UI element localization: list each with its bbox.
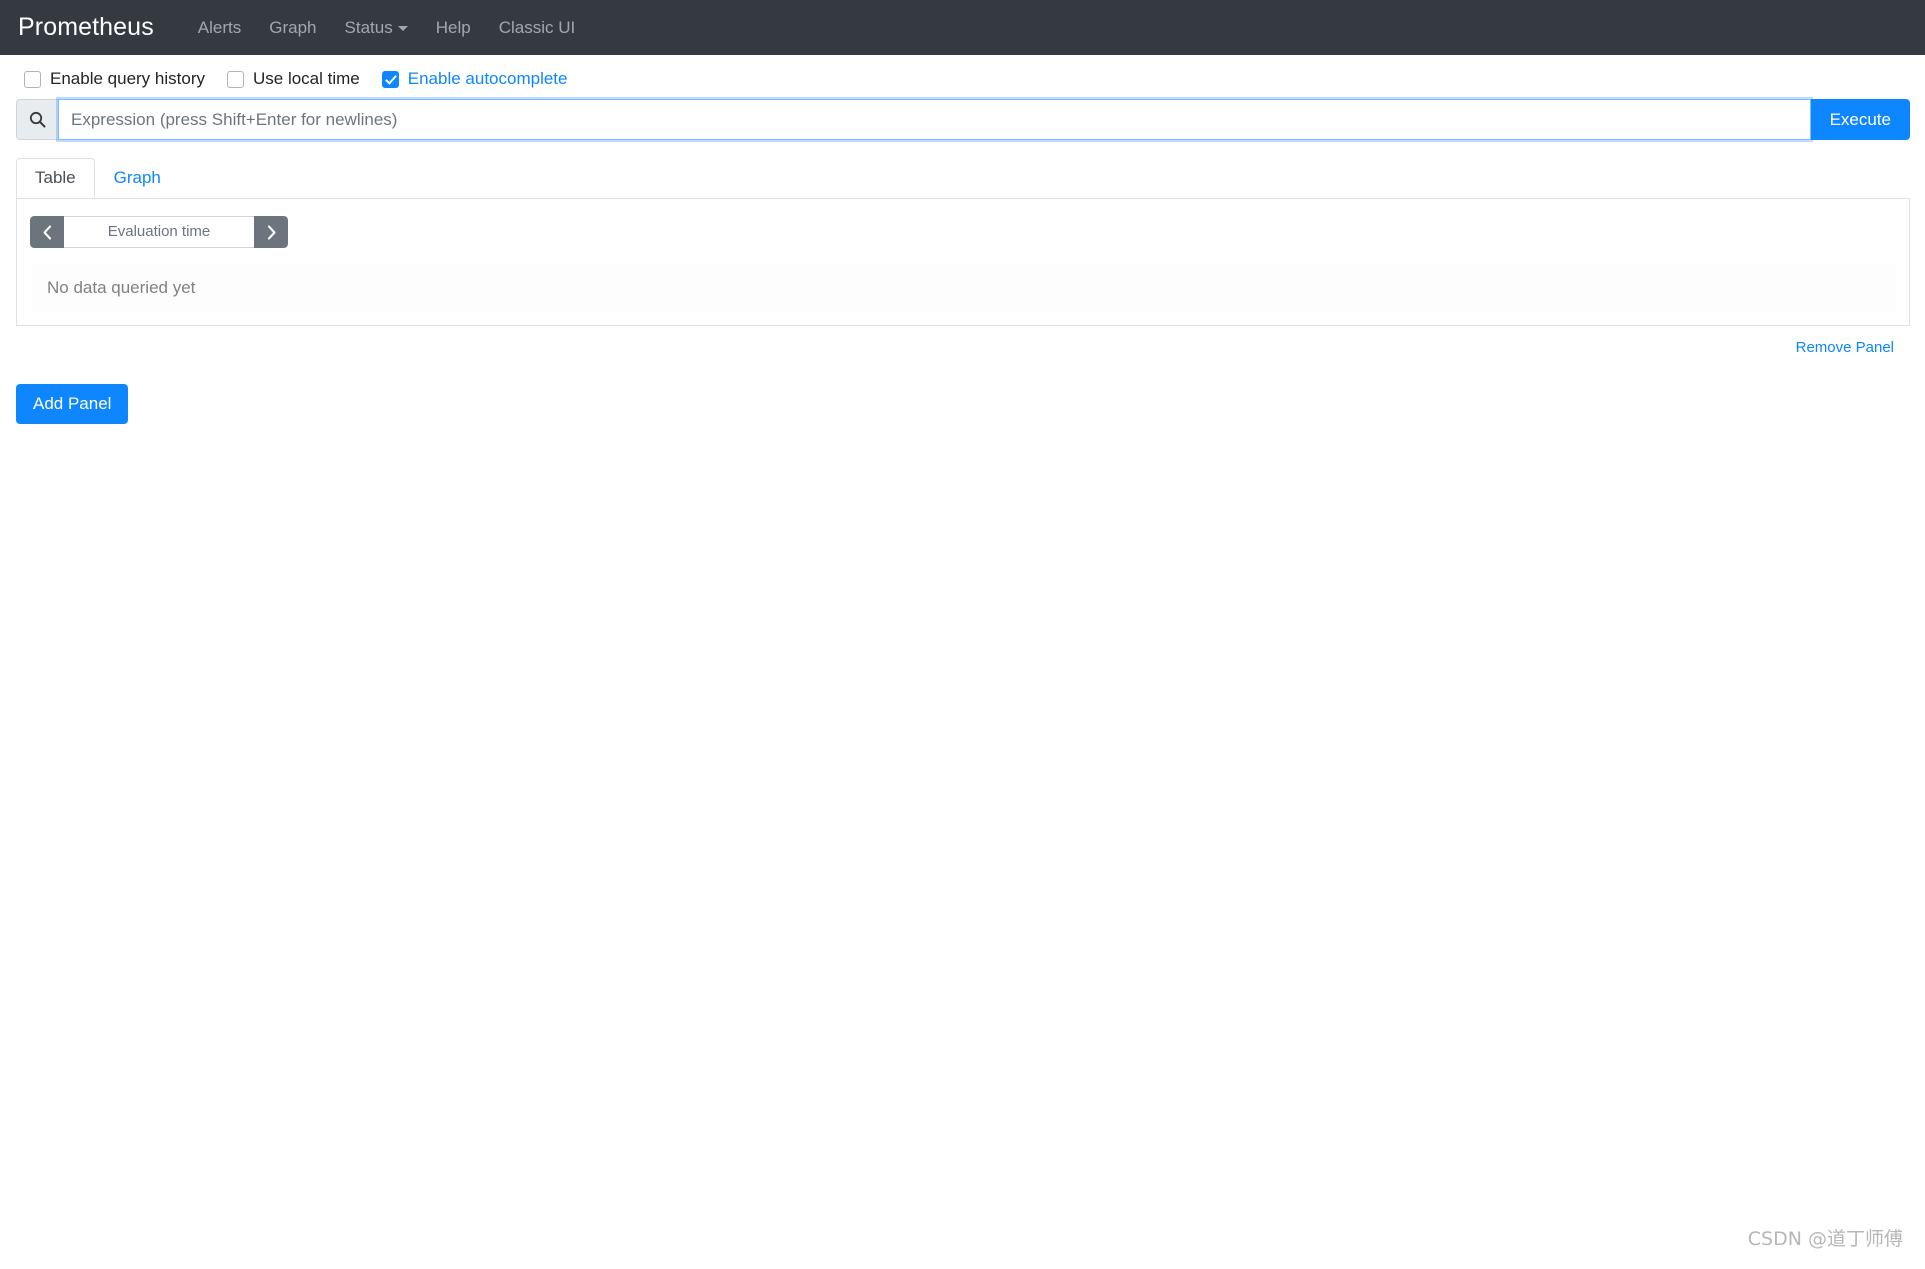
chevron-left-icon[interactable]: [30, 216, 64, 248]
option-query-history[interactable]: Enable query history: [24, 69, 205, 89]
autocomplete-label[interactable]: Enable autocomplete: [408, 69, 568, 89]
nav-dropdown-status-label: Status: [344, 17, 393, 37]
tab-table[interactable]: Table: [16, 158, 95, 198]
local-time-checkbox[interactable]: [226, 70, 244, 88]
execute-button[interactable]: Execute: [1810, 99, 1910, 140]
nav-link-classic-ui[interactable]: Classic UI: [485, 10, 590, 46]
remove-panel-row: Remove Panel: [15, 326, 1910, 356]
local-time-label[interactable]: Use local time: [253, 69, 360, 89]
panel-tabs-wrapper: Table Graph Evaluation time No data quer…: [15, 158, 1910, 326]
top-navbar: Prometheus Alerts Graph Status Help Clas…: [0, 0, 1925, 55]
search-icon: [16, 99, 58, 140]
no-data-alert: No data queried yet: [30, 264, 1896, 312]
evaluation-time-input[interactable]: Evaluation time: [64, 216, 254, 248]
query-history-checkbox[interactable]: [24, 70, 41, 88]
tab-graph[interactable]: Graph: [95, 158, 180, 198]
autocomplete-checkbox[interactable]: [381, 70, 399, 88]
add-panel-button[interactable]: Add Panel: [16, 384, 129, 424]
navbar-links: Alerts Graph Status Help Classic UI: [184, 10, 589, 46]
expression-input-group: Expression (press Shift+Enter for newlin…: [15, 97, 1910, 142]
nav-link-alerts[interactable]: Alerts: [184, 10, 255, 46]
panel-tabs: Table Graph: [16, 158, 1910, 199]
nav-link-graph[interactable]: Graph: [255, 10, 330, 46]
add-panel-row: Add Panel: [15, 356, 1910, 424]
expression-placeholder: Expression (press Shift+Enter for newlin…: [71, 110, 398, 129]
chevron-right-icon[interactable]: [254, 216, 288, 248]
page-container: Enable query history Use local time Enab…: [0, 55, 1925, 424]
csdn-watermark: CSDN @道丁师傅: [1747, 1228, 1903, 1250]
query-options-row: Enable query history Use local time Enab…: [15, 55, 1910, 99]
remove-panel-link[interactable]: Remove Panel: [1796, 339, 1894, 356]
brand-prometheus[interactable]: Prometheus: [18, 13, 154, 42]
tab-panel-table: Evaluation time No data queried yet: [16, 198, 1910, 326]
option-local-time[interactable]: Use local time: [226, 69, 360, 89]
option-autocomplete[interactable]: Enable autocomplete: [381, 69, 568, 89]
chevron-down-icon: [397, 25, 408, 31]
nav-link-help[interactable]: Help: [422, 10, 485, 46]
evaluation-time-group: Evaluation time: [30, 216, 288, 248]
query-history-label[interactable]: Enable query history: [50, 69, 205, 89]
expression-input[interactable]: Expression (press Shift+Enter for newlin…: [56, 97, 1813, 142]
nav-dropdown-status[interactable]: Status: [331, 10, 422, 46]
